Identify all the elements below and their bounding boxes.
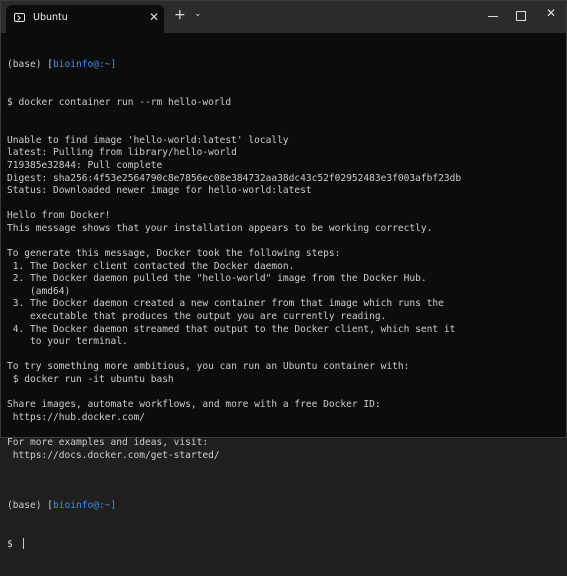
terminal-output[interactable]: (base) [bioinfo@:~] $ docker container r… [7, 34, 560, 550]
minimize-icon[interactable] [488, 16, 498, 17]
output-line: Hello from Docker! [7, 210, 111, 222]
command-line: $ docker container run --rm hello-world [7, 97, 560, 110]
output-line: $ docker run -it ubuntu bash [7, 374, 174, 386]
output-line: to your terminal. [7, 336, 128, 348]
prompt-path: :~] [98, 59, 117, 71]
prompt-user: bioinfo@ [52, 59, 99, 71]
output-line: (amd64) [7, 285, 71, 297]
prompt-text: (base) [ [7, 499, 53, 511]
tab-ubuntu[interactable]: Ubuntu ✕ [6, 5, 164, 33]
output-line: Unable to find image 'hello-world:latest… [7, 134, 289, 146]
prompt-line: (base) [bioinfo@:~] [7, 59, 560, 72]
close-icon[interactable]: ✕ [546, 6, 556, 20]
prompt-text: (base) [ [7, 59, 53, 71]
output-line: latest: Pulling from library/hello-world [7, 147, 237, 159]
prompt-line: (base) [bioinfo@:~] [7, 500, 560, 513]
title-bar: Ubuntu ✕ + ⌄ ✕ [1, 1, 566, 33]
command-text: docker container run --rm hello-world [18, 96, 232, 108]
output-line: 719385e32844: Pull complete [7, 159, 163, 171]
prompt-user: bioinfo@ [52, 499, 99, 511]
text-cursor [22, 537, 24, 549]
output-line: Status: Downloaded newer image for hello… [7, 185, 312, 197]
prompt-dollar: $ [7, 96, 19, 108]
output-line: To generate this message, Docker took th… [7, 248, 341, 260]
output-line: This message shows that your installatio… [7, 222, 433, 234]
maximize-icon[interactable] [516, 11, 526, 21]
output-line: 4. The Docker daemon streamed that outpu… [7, 323, 456, 335]
output-line: 2. The Docker daemon pulled the "hello-w… [7, 273, 427, 285]
terminal-window: Ubuntu ✕ + ⌄ ✕ (base) [bioinfo@:~] $ doc… [0, 0, 567, 550]
tab-close-icon[interactable]: ✕ [149, 10, 159, 24]
input-line[interactable]: $ [7, 537, 560, 551]
plus-icon[interactable]: + [174, 7, 186, 23]
output-line: Share images, automate workflows, and mo… [7, 399, 381, 411]
output-line: For more examples and ideas, visit: [7, 437, 209, 448]
output-line: Digest: sha256:4f53e2564790c8e7856ec08e3… [7, 172, 462, 184]
chevron-down-icon[interactable]: ⌄ [194, 9, 202, 19]
terminal-icon [14, 13, 25, 22]
prompt-path: :~] [98, 499, 117, 511]
output-line: https://hub.docker.com/ [7, 411, 145, 423]
output-line: To try something more ambitious, you can… [7, 361, 410, 373]
output-line: 1. The Docker client contacted the Docke… [7, 260, 295, 272]
prompt-dollar: $ [7, 538, 19, 550]
output-line: executable that produces the output you … [7, 311, 387, 323]
output-line: https://docs.docker.com/get-started/ [7, 449, 220, 461]
output-line: 3. The Docker daemon created a new conta… [7, 298, 444, 310]
tab-title: Ubuntu [33, 12, 68, 23]
